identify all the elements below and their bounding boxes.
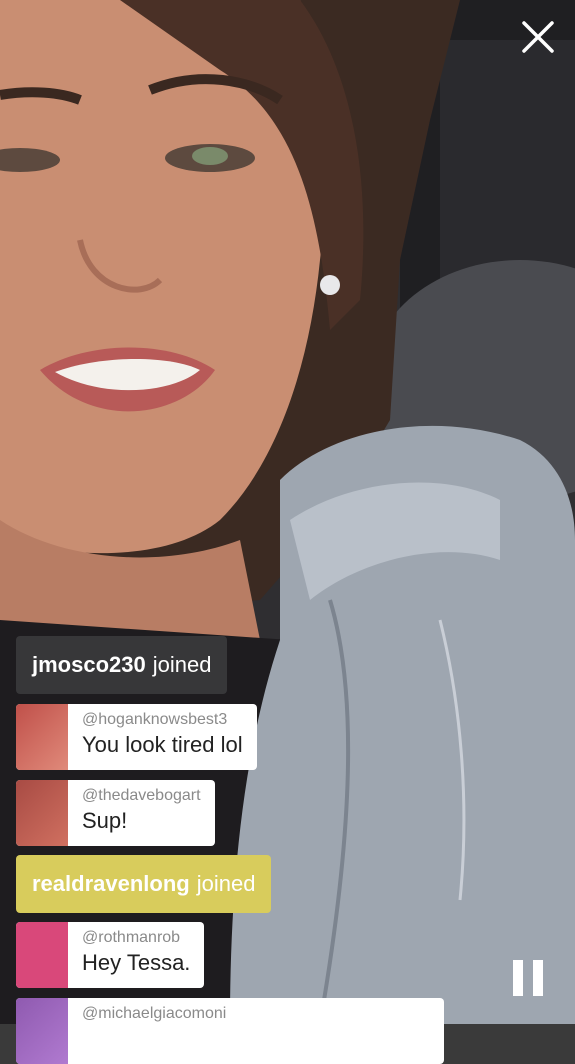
pause-button[interactable] <box>513 960 545 996</box>
avatar[interactable] <box>16 998 68 1064</box>
joined-label: joined <box>152 652 212 677</box>
message-handle: @michaelgiacomoni <box>82 1005 227 1022</box>
close-icon <box>522 21 554 53</box>
pause-icon <box>513 960 523 996</box>
avatar[interactable] <box>16 780 68 846</box>
message-handle: @rothmanrob <box>82 929 181 946</box>
joined-label: joined <box>196 871 256 896</box>
joined-notice: realdravenlong joined <box>16 855 272 913</box>
joined-notice: jmosco230 joined <box>16 636 228 694</box>
pause-icon <box>533 960 543 996</box>
joined-username: jmosco230 <box>32 652 146 677</box>
close-button[interactable] <box>519 18 557 56</box>
avatar[interactable] <box>16 704 68 770</box>
message-handle: @hoganknowsbest3 <box>82 711 228 728</box>
joined-username: realdravenlong <box>32 871 190 896</box>
chat-message[interactable]: @thedavebogart Sup! <box>16 780 215 846</box>
message-handle: @thedavebogart <box>82 787 201 804</box>
message-text: You look tired lol <box>82 732 243 757</box>
chat-message[interactable]: @hoganknowsbest3 You look tired lol <box>16 704 257 770</box>
message-text: Hey Tessa. <box>82 950 191 975</box>
avatar[interactable] <box>16 922 68 988</box>
message-text: Sup! <box>82 808 128 833</box>
chat-message[interactable]: @rothmanrob Hey Tessa. <box>16 922 205 988</box>
chat-message[interactable]: @michaelgiacomoni <box>16 998 444 1064</box>
